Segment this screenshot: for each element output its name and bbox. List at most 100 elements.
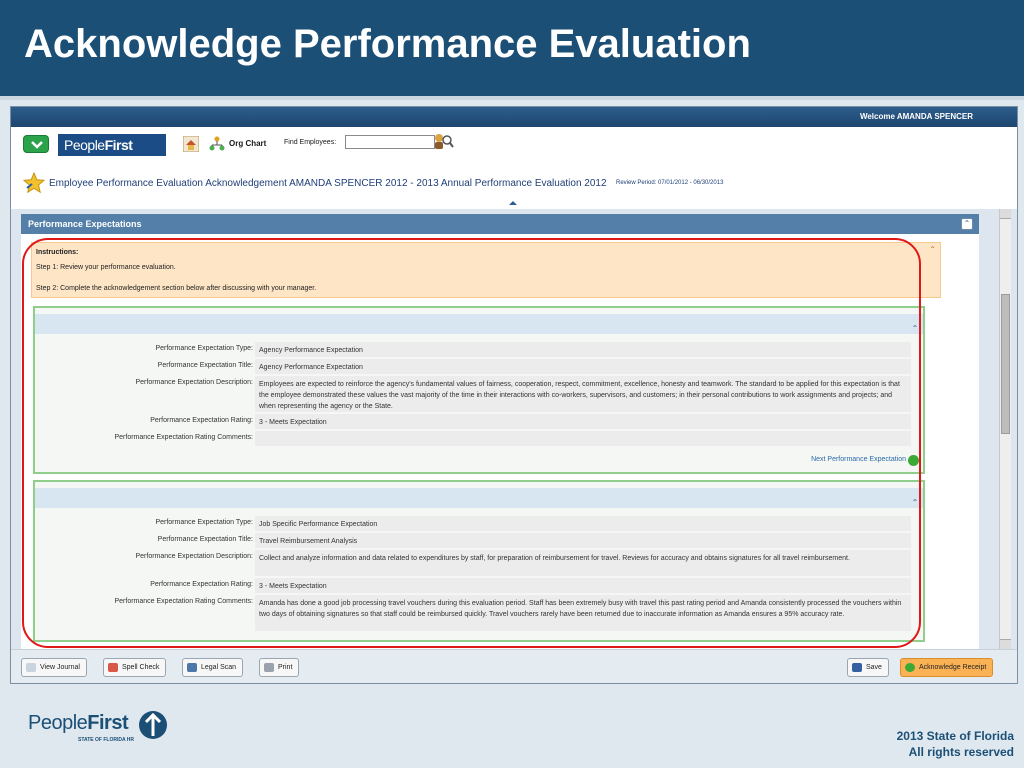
legal-scan-button[interactable]: Legal Scan xyxy=(182,658,244,677)
field-row-type: Performance Expectation Type: Agency Per… xyxy=(35,342,923,358)
field-label: Performance Expectation Description: xyxy=(135,379,254,386)
logo-first: First xyxy=(104,137,133,153)
chevron-down-icon xyxy=(31,141,43,149)
field-value xyxy=(255,431,911,446)
vertical-scrollbar[interactable] xyxy=(999,209,1011,649)
field-value: 3 - Meets Expectation xyxy=(255,578,911,593)
legal-scan-icon xyxy=(187,663,197,672)
save-icon xyxy=(852,663,862,672)
card-collapse-icon[interactable]: ⌃ xyxy=(909,323,921,335)
field-value: Travel Reimbursement Analysis xyxy=(255,533,911,548)
footer-logo-subtitle: STATE OF FLORIDA HR xyxy=(78,737,135,743)
search-people-icon[interactable] xyxy=(432,132,454,150)
welcome-text: Welcome AMANDA SPENCER xyxy=(859,112,973,121)
field-value: Agency Performance Expectation xyxy=(255,342,911,357)
instructions-title: Instructions: xyxy=(36,249,79,256)
star-icon xyxy=(23,172,45,194)
app-navbar: PeopleFirst Org Chart Find Employees: xyxy=(11,127,1017,169)
collapse-header-arrow-icon[interactable] xyxy=(509,201,517,205)
acknowledge-receipt-label: Acknowledge Receipt xyxy=(919,664,987,671)
field-value: Agency Performance Expectation xyxy=(255,359,911,374)
spell-check-label: Spell Check xyxy=(122,664,160,671)
bottom-toolbar: View Journal Spell Check Legal Scan Prin… xyxy=(11,649,1017,683)
footer-logo-first: First xyxy=(87,712,129,734)
save-label: Save xyxy=(866,664,882,671)
field-label: Performance Expectation Description: xyxy=(135,553,254,560)
instructions-box: Instructions: Step 1: Review your perfor… xyxy=(31,242,941,298)
check-icon[interactable] xyxy=(908,455,919,466)
scroll-up-button[interactable] xyxy=(1000,209,1011,219)
acknowledge-icon xyxy=(905,663,915,672)
expectation-card: ⌃ Performance Expectation Type: Agency P… xyxy=(33,306,925,474)
menu-toggle-button[interactable] xyxy=(23,135,49,153)
page-title-row: Employee Performance Evaluation Acknowle… xyxy=(11,169,1017,201)
journal-icon xyxy=(26,663,36,672)
copyright-line-2: All rights reserved xyxy=(908,745,1014,759)
slide-header: Acknowledge Performance Evaluation xyxy=(0,0,1024,96)
field-value: Amanda has done a good job processing tr… xyxy=(255,595,911,631)
spell-check-button[interactable]: Spell Check xyxy=(103,658,167,677)
footer-logo: PeopleFirst xyxy=(28,712,129,735)
app-screenshot: Welcome AMANDA SPENCER PeopleFirst Org C… xyxy=(10,106,1018,684)
field-row-comments: Performance Expectation Rating Comments: xyxy=(35,431,923,447)
expectation-card-header: ⌃ xyxy=(35,314,923,334)
footer-copyright: 2013 State of Florida All rights reserve… xyxy=(814,728,1014,760)
field-row-rating: Performance Expectation Rating: 3 - Meet… xyxy=(35,414,923,430)
card-collapse-icon[interactable]: ⌃ xyxy=(909,497,921,509)
view-journal-label: View Journal xyxy=(40,664,80,671)
print-icon xyxy=(264,663,274,672)
next-expectation-link[interactable]: Next Performance Expectation xyxy=(811,456,906,463)
field-label: Performance Expectation Rating Comments: xyxy=(114,598,253,605)
panel-header: Performance Expectations ⌃ xyxy=(21,214,979,234)
acknowledge-receipt-button[interactable]: Acknowledge Receipt xyxy=(900,658,994,677)
review-period: Review Period: 07/01/2012 - 06/30/2013 xyxy=(616,180,724,186)
save-button[interactable]: Save xyxy=(847,658,889,677)
find-employees-input[interactable] xyxy=(345,135,435,149)
field-label: Performance Expectation Rating Comments: xyxy=(114,434,253,441)
panel-title: Performance Expectations xyxy=(28,219,142,229)
footer-logo-people: People xyxy=(28,712,88,734)
field-value: Job Specific Performance Expectation xyxy=(255,516,911,531)
field-row-title: Performance Expectation Title: Travel Re… xyxy=(35,533,923,549)
field-value: Employees are expected to reinforce the … xyxy=(255,376,911,412)
field-row-title: Performance Expectation Title: Agency Pe… xyxy=(35,359,923,375)
legal-scan-label: Legal Scan xyxy=(201,664,237,671)
field-label: Performance Expectation Type: xyxy=(155,345,253,352)
copyright-line-1: 2013 State of Florida xyxy=(896,729,1014,743)
people-first-badge-icon xyxy=(139,711,167,739)
field-value: 3 - Meets Expectation xyxy=(255,414,911,429)
scroll-down-button[interactable] xyxy=(1000,639,1011,649)
instructions-step-1: Step 1: Review your performance evaluati… xyxy=(36,264,176,271)
view-journal-button[interactable]: View Journal xyxy=(21,658,87,677)
print-button[interactable]: Print xyxy=(259,658,300,677)
field-label: Performance Expectation Title: xyxy=(157,362,253,369)
expectation-card: ⌃ Performance Expectation Type: Job Spec… xyxy=(33,480,925,642)
slide-title: Acknowledge Performance Evaluation xyxy=(24,22,751,66)
app-topbar: Welcome AMANDA SPENCER xyxy=(11,107,1017,127)
field-label: Performance Expectation Rating: xyxy=(150,581,253,588)
field-label: Performance Expectation Rating: xyxy=(150,417,253,424)
instructions-collapse-icon[interactable]: ⌃ xyxy=(929,245,936,254)
page-title: Employee Performance Evaluation Acknowle… xyxy=(49,178,607,189)
field-row-type: Performance Expectation Type: Job Specif… xyxy=(35,516,923,532)
print-label: Print xyxy=(278,664,293,671)
logo-people: People xyxy=(64,137,105,153)
expectation-card-header: ⌃ xyxy=(35,488,923,508)
spell-check-icon xyxy=(108,663,118,672)
home-icon[interactable] xyxy=(183,136,199,152)
slide-divider xyxy=(0,96,1024,100)
field-row-description: Performance Expectation Description: Col… xyxy=(35,550,923,577)
instructions-step-2: Step 2: Complete the acknowledgement sec… xyxy=(36,285,317,292)
org-chart-link[interactable]: Org Chart xyxy=(229,139,266,148)
field-row-rating: Performance Expectation Rating: 3 - Meet… xyxy=(35,578,923,594)
field-value: Collect and analyze information and data… xyxy=(255,550,911,576)
performance-expectations-panel: Performance Expectations ⌃ Instructions:… xyxy=(21,214,979,649)
scroll-thumb[interactable] xyxy=(1001,294,1010,434)
org-chart-icon[interactable] xyxy=(209,136,225,152)
people-first-logo[interactable]: PeopleFirst xyxy=(58,134,166,156)
panel-collapse-icon[interactable]: ⌃ xyxy=(961,218,973,230)
field-label: Performance Expectation Title: xyxy=(157,536,253,543)
field-row-comments: Performance Expectation Rating Comments:… xyxy=(35,595,923,632)
field-row-description: Performance Expectation Description: Emp… xyxy=(35,376,923,413)
find-employees-label: Find Employees: xyxy=(284,139,337,146)
